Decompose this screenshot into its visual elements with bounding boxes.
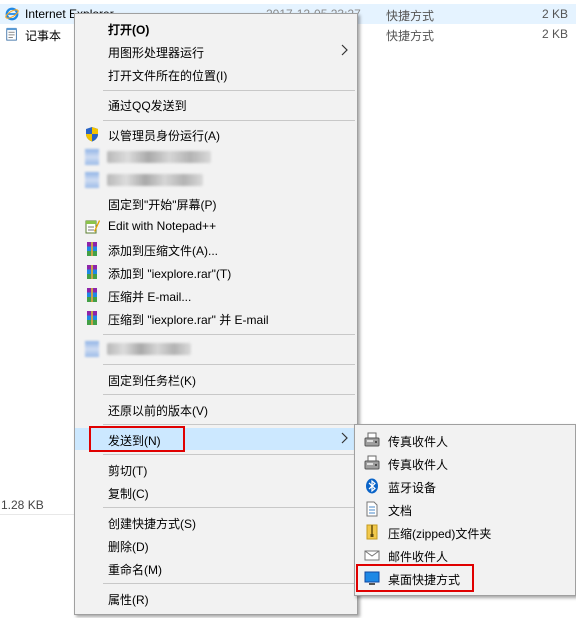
winrar-icon (87, 242, 97, 256)
menu-item-open[interactable]: 打开(O) (75, 17, 357, 39)
menu-item-restore-previous-versions[interactable]: 还原以前的版本(V) (75, 398, 357, 420)
submenu-item-fax-recipient-1[interactable]: 传真收件人 (355, 429, 575, 451)
menu-item-run-with-gpu[interactable]: 用图形处理器运行 (75, 40, 357, 62)
menu-item-create-shortcut[interactable]: 创建快捷方式(S) (75, 511, 357, 533)
menu-item-label: 用图形处理器运行 (108, 46, 205, 60)
status-selected-size: 1.28 KB (1, 498, 44, 512)
mail-icon (364, 550, 380, 561)
menu-item-label: 创建快捷方式(S) (108, 517, 196, 531)
menu-item-label: 打开文件所在的位置(I) (108, 69, 228, 83)
uac-shield-icon (86, 127, 98, 142)
menu-item-add-to-archive[interactable]: 添加到压缩文件(A)... (75, 238, 357, 260)
menu-separator (103, 424, 355, 425)
menu-separator (103, 90, 355, 91)
zip-folder-icon (366, 524, 378, 540)
fax-icon (364, 455, 380, 470)
file-size: 2 KB (541, 27, 568, 41)
menu-item-label: 还原以前的版本(V) (108, 404, 208, 418)
winrar-icon (87, 288, 97, 302)
menu-item-delete[interactable]: 删除(D) (75, 534, 357, 556)
menu-item-label: 通过QQ发送到 (108, 99, 187, 113)
context-menu: 打开(O) 用图形处理器运行 打开文件所在的位置(I) 通过QQ发送到 以管理员… (74, 13, 358, 615)
file-size: 2 KB (541, 7, 568, 21)
redacted-app-icon (85, 172, 99, 188)
file-name: 记事本 (25, 29, 62, 43)
menu-separator (103, 334, 355, 335)
redacted-app-icon (85, 149, 99, 165)
submenu-item-documents[interactable]: 文档 (355, 498, 575, 520)
submenu-item-label: 压缩(zipped)文件夹 (388, 527, 492, 541)
submenu-item-bluetooth[interactable]: 蓝牙设备 (355, 475, 575, 497)
submenu-item-label: 文档 (388, 504, 413, 518)
file-type: 快捷方式 (386, 29, 435, 43)
menu-item-edit-notepadpp[interactable]: Edit with Notepad++ (75, 215, 357, 237)
submenu-item-fax-recipient-2[interactable]: 传真收件人 (355, 452, 575, 474)
menu-separator (103, 454, 355, 455)
submenu-item-zip-folder[interactable]: 压缩(zipped)文件夹 (355, 521, 575, 543)
submenu-item-label: 蓝牙设备 (388, 481, 437, 495)
menu-item-add-to-rar[interactable]: 添加到 "iexplore.rar"(T) (75, 261, 357, 283)
menu-item-label: 固定到任务栏(K) (108, 374, 196, 388)
menu-item-properties[interactable]: 属性(R) (75, 587, 357, 609)
menu-item-label: 打开(O) (108, 23, 150, 37)
menu-item-send-via-qq[interactable]: 通过QQ发送到 (75, 93, 357, 115)
notepad-icon (6, 27, 17, 41)
menu-item-label: 复制(C) (108, 487, 149, 501)
chevron-right-icon (341, 44, 348, 56)
menu-item-label: 固定到"开始"屏幕(P) (108, 198, 217, 212)
submenu-item-label: 传真收件人 (388, 458, 449, 472)
chevron-right-icon (341, 432, 348, 444)
menu-item-redacted-2[interactable] (75, 169, 357, 191)
menu-item-label: 添加到压缩文件(A)... (108, 244, 218, 258)
desktop-icon (364, 571, 380, 585)
submenu-item-desktop-shortcut[interactable]: 桌面快捷方式 (355, 567, 575, 589)
menu-item-pin-to-start[interactable]: 固定到"开始"屏幕(P) (75, 192, 357, 214)
menu-item-label: 删除(D) (108, 540, 149, 554)
winrar-icon (87, 265, 97, 279)
menu-item-redacted-3[interactable] (75, 338, 357, 360)
menu-item-label: 发送到(N) (108, 434, 161, 448)
menu-item-label: 压缩并 E-mail... (108, 290, 192, 304)
menu-item-label: 剪切(T) (108, 464, 148, 478)
documents-icon (366, 501, 378, 517)
winrar-icon (87, 311, 97, 325)
menu-item-copy[interactable]: 复制(C) (75, 481, 357, 503)
menu-item-label: 以管理员身份运行(A) (108, 129, 220, 143)
menu-item-redacted-1[interactable] (75, 146, 357, 168)
menu-item-cut[interactable]: 剪切(T) (75, 458, 357, 480)
submenu-item-mail-recipient[interactable]: 邮件收件人 (355, 544, 575, 566)
file-type: 快捷方式 (386, 9, 435, 23)
submenu-item-label: 传真收件人 (388, 435, 449, 449)
menu-item-send-to[interactable]: 发送到(N) (75, 428, 357, 450)
redacted-label (107, 343, 191, 355)
menu-item-label: 添加到 "iexplore.rar"(T) (108, 267, 232, 281)
submenu-item-label: 邮件收件人 (388, 550, 449, 564)
redacted-label (107, 151, 211, 163)
menu-item-run-as-admin[interactable]: 以管理员身份运行(A) (75, 123, 357, 145)
fax-icon (364, 432, 380, 447)
menu-item-label: Edit with Notepad++ (108, 219, 217, 233)
redacted-label (107, 174, 203, 186)
menu-item-compress-rar-email[interactable]: 压缩到 "iexplore.rar" 并 E-mail (75, 307, 357, 329)
redacted-app-icon (85, 341, 99, 357)
menu-separator (103, 583, 355, 584)
menu-item-label: 重命名(M) (108, 563, 162, 577)
menu-separator (103, 394, 355, 395)
submenu-item-label: 桌面快捷方式 (388, 573, 461, 587)
menu-item-pin-to-taskbar[interactable]: 固定到任务栏(K) (75, 368, 357, 390)
bluetooth-icon (366, 478, 378, 494)
status-divider (0, 514, 74, 515)
menu-item-open-file-location[interactable]: 打开文件所在的位置(I) (75, 63, 357, 85)
internet-explorer-icon (5, 7, 19, 21)
menu-separator (103, 120, 355, 121)
menu-item-label: 压缩到 "iexplore.rar" 并 E-mail (108, 313, 269, 327)
menu-separator (103, 364, 355, 365)
menu-item-compress-email[interactable]: 压缩并 E-mail... (75, 284, 357, 306)
menu-item-rename[interactable]: 重命名(M) (75, 557, 357, 579)
send-to-submenu: 传真收件人 传真收件人 蓝牙设备 文档 压缩(zipped)文件夹 邮件收件人 … (354, 424, 576, 596)
notepadpp-icon (85, 220, 100, 234)
menu-item-label: 属性(R) (108, 593, 149, 607)
menu-separator (103, 507, 355, 508)
